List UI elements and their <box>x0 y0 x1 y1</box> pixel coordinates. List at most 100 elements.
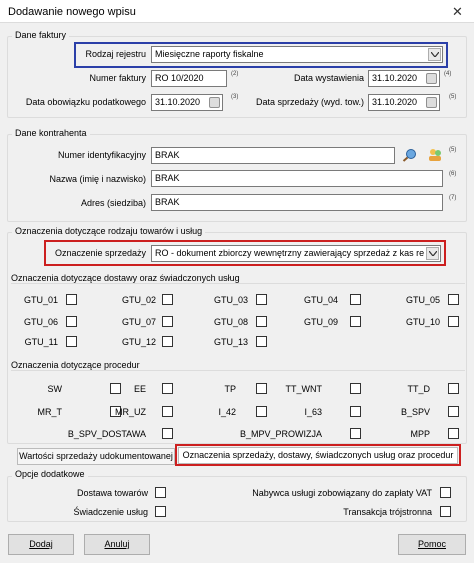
gtu-checkbox[interactable] <box>350 294 361 305</box>
calendar-icon[interactable] <box>426 73 437 84</box>
delivery-checkbox[interactable] <box>155 487 166 498</box>
cancel-button[interactable]: Anuluj <box>84 534 150 555</box>
gtu-label: GTU_04 <box>303 295 338 305</box>
procedure-label: MPP <box>410 429 430 439</box>
gtu-label: GTU_03 <box>213 295 248 305</box>
procedure-checkbox[interactable] <box>448 406 459 417</box>
extra-section-title: Opcje dodatkowe <box>12 469 88 479</box>
id-label: Numer identyfikacyjny <box>57 150 146 160</box>
gtu-checkbox[interactable] <box>350 316 361 327</box>
gtu-checkbox[interactable] <box>256 294 267 305</box>
procedure-label: B_MPV_PROWIZJA <box>239 429 322 439</box>
gtu-label: GTU_10 <box>405 317 440 327</box>
procedure-checkbox[interactable] <box>162 428 173 439</box>
sale-mark-select[interactable]: RO - dokument zbiorczy wewnętrzny zawier… <box>151 245 441 262</box>
address-field[interactable]: BRAK <box>151 194 443 211</box>
gtu-label: GTU_05 <box>405 295 440 305</box>
cancel-label: Anuluj <box>104 539 130 549</box>
buyer-checkbox[interactable] <box>440 487 451 498</box>
id-note: (5) <box>449 147 457 153</box>
tab-markings[interactable]: Oznaczenia sprzedaży, dostawy, świadczon… <box>178 447 458 464</box>
triangular-checkbox[interactable] <box>440 506 451 517</box>
address-note: (7) <box>449 195 457 201</box>
divider <box>11 283 465 284</box>
tab-sales-values[interactable]: Wartości sprzedaży udokumentowanej <box>17 448 175 465</box>
name-label: Nazwa (imię i nazwisko) <box>49 174 146 184</box>
gtu-checkbox[interactable] <box>448 294 459 305</box>
search-icon[interactable] <box>402 148 418 162</box>
help-label: Pomoc <box>417 539 446 549</box>
contacts-icon[interactable] <box>428 148 442 162</box>
divider <box>11 370 465 371</box>
sale-date-label: Data sprzedaży (wyd. tow.) <box>255 97 364 107</box>
gtu-checkbox[interactable] <box>256 336 267 347</box>
gtu-label: GTU_06 <box>23 317 58 327</box>
invoice-section-title: Dane faktury <box>12 30 70 40</box>
tax-date-note: (3) <box>231 94 239 100</box>
sale-date-value: 31.10.2020 <box>372 97 418 107</box>
gtu-label: GTU_08 <box>213 317 248 327</box>
chevron-down-icon[interactable] <box>426 247 439 260</box>
add-button[interactable]: Dodaj <box>8 534 74 555</box>
id-field[interactable]: BRAK <box>151 147 395 164</box>
invoice-number-field[interactable]: RO 10/2020 <box>151 70 227 87</box>
calendar-icon[interactable] <box>209 97 220 108</box>
gtu-label: GTU_02 <box>121 295 156 305</box>
triangular-label: Transakcja trójstronna <box>343 507 432 517</box>
name-note: (6) <box>449 171 457 177</box>
tax-date-value: 31.10.2020 <box>155 97 201 107</box>
sale-date-note: (5) <box>449 94 457 100</box>
contractor-section-title: Dane kontrahenta <box>12 128 90 138</box>
gtu-checkbox[interactable] <box>66 316 77 327</box>
tax-date-picker[interactable]: 31.10.2020 <box>151 94 223 111</box>
gtu-checkbox[interactable] <box>162 316 173 327</box>
services-checkbox[interactable] <box>155 506 166 517</box>
procedure-label: TT_WNT <box>285 384 323 394</box>
proc-section-title: Oznaczenia dotyczące procedur <box>11 360 140 370</box>
register-label: Rodzaj rejestru <box>85 49 146 59</box>
help-button[interactable]: Pomoc <box>398 534 466 555</box>
services-label: Świadczenie usług <box>73 507 148 517</box>
gtu-checkbox[interactable] <box>256 316 267 327</box>
gtu-section-title: Oznaczenia dotyczące dostawy oraz świadc… <box>11 273 240 283</box>
issue-date-note: (4) <box>444 71 452 77</box>
gtu-label: GTU_09 <box>303 317 338 327</box>
procedure-label: TT_D <box>407 384 431 394</box>
address-label: Adres (siedziba) <box>80 198 146 208</box>
tax-date-label: Data obowiązku podatkowego <box>25 97 146 107</box>
buyer-label: Nabywca usługi zobowiązany do zapłaty VA… <box>252 488 432 498</box>
delivery-label: Dostawa towarów <box>76 488 148 498</box>
procedure-label: I_63 <box>304 407 322 417</box>
add-label: Dodaj <box>29 539 53 549</box>
gtu-checkbox[interactable] <box>162 336 173 347</box>
close-icon[interactable]: ✕ <box>452 4 463 20</box>
gtu-label: GTU_11 <box>24 337 58 347</box>
gtu-label: GTU_13 <box>213 337 248 347</box>
window-title: Dodawanie nowego wpisu <box>8 6 136 18</box>
procedure-checkbox[interactable] <box>448 428 459 439</box>
gtu-checkbox[interactable] <box>448 316 459 327</box>
chevron-down-icon[interactable] <box>428 48 441 61</box>
gtu-checkbox[interactable] <box>162 294 173 305</box>
goods-section-title: Oznaczenia dotyczące rodzaju towarów i u… <box>12 226 206 236</box>
sale-mark-label: Oznaczenie sprzedaży <box>54 248 146 258</box>
sale-mark-value: RO - dokument zbiorczy wewnętrzny zawier… <box>155 248 425 258</box>
register-value: Miesięczne raporty fiskalne <box>155 49 264 59</box>
issue-date-label: Data wystawienia <box>293 73 364 83</box>
register-select[interactable]: Miesięczne raporty fiskalne <box>151 46 443 63</box>
gtu-label: GTU_07 <box>121 317 156 327</box>
procedure-label: B_SPV <box>400 407 430 417</box>
procedure-label: B_SPV_DOSTAWA <box>67 429 146 439</box>
gtu-checkbox[interactable] <box>66 336 77 347</box>
invoice-number-note: (2) <box>231 71 239 77</box>
gtu-label: GTU_12 <box>121 337 156 347</box>
issue-date-picker[interactable]: 31.10.2020 <box>368 70 440 87</box>
sale-date-picker[interactable]: 31.10.2020 <box>368 94 440 111</box>
name-field[interactable]: BRAK <box>151 170 443 187</box>
gtu-label: GTU_01 <box>23 295 58 305</box>
invoice-number-label: Numer faktury <box>89 73 146 83</box>
procedure-checkbox[interactable] <box>448 383 459 394</box>
calendar-icon[interactable] <box>426 97 437 108</box>
issue-date-value: 31.10.2020 <box>372 73 418 83</box>
gtu-checkbox[interactable] <box>66 294 77 305</box>
